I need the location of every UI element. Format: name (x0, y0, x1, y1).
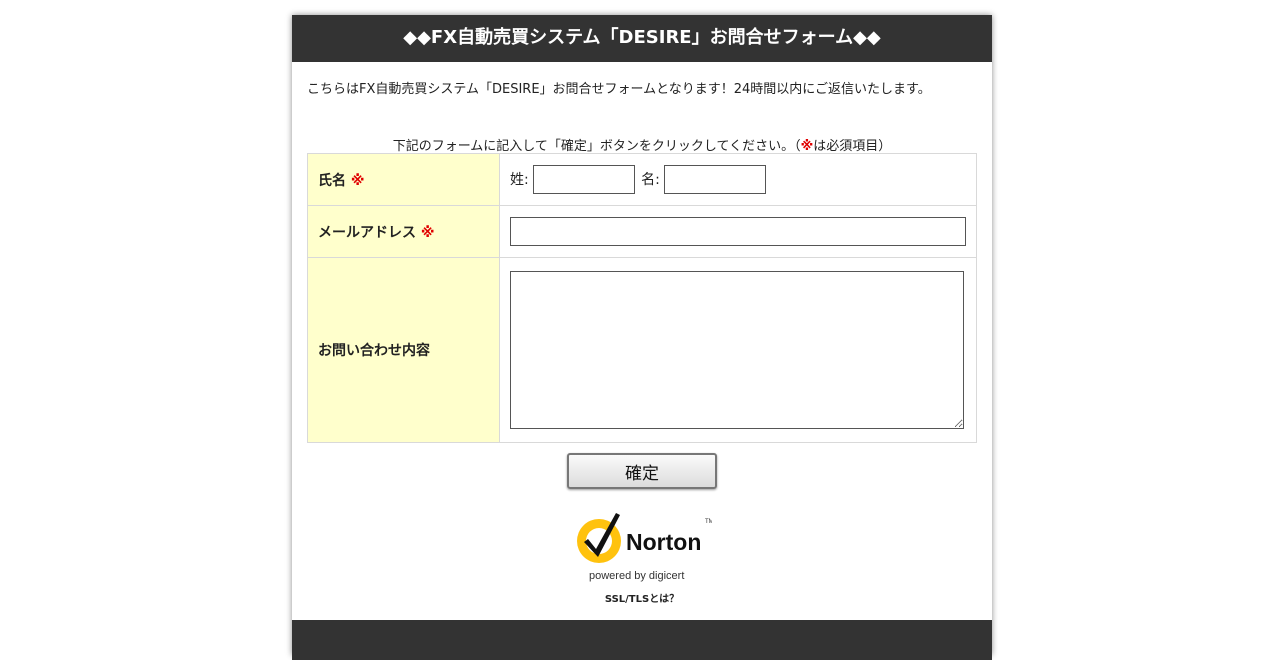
message-textarea[interactable] (510, 271, 964, 429)
name-label-cell: 氏名 ※ (307, 153, 500, 206)
intro-text: こちらはFX自動売買システム「DESIRE」お問合せフォームとなります！24時間… (307, 82, 931, 97)
page-title: ◆◆FX自動売買システム「DESIRE」お問合せフォーム◆◆ (292, 15, 992, 62)
powered-by-text: powered by digicert (589, 570, 684, 582)
first-name-input[interactable] (663, 165, 766, 194)
email-label-cell: メールアドレス ※ (307, 205, 500, 258)
trademark-mark: TM (705, 519, 712, 525)
name-label: 氏名 (318, 172, 346, 189)
name-row: 氏名 ※ 姓: 名: (307, 153, 977, 206)
last-name-input[interactable] (532, 165, 635, 194)
instruction-text-before: 下記のフォームに記入して「確定」ボタンをクリックしてください。（ (392, 139, 801, 154)
norton-brand-text: Norton (626, 529, 701, 555)
footer-bar (292, 620, 992, 660)
required-mark: ※ (800, 139, 814, 154)
form-instruction: 下記のフォームに記入して「確定」ボタンをクリックしてください。（※は必須項目） (292, 135, 992, 154)
first-name-label: 名: (641, 171, 660, 188)
message-field-cell (499, 257, 977, 443)
email-required-mark: ※ (420, 224, 435, 241)
instruction-text-after: は必須項目） (813, 139, 892, 154)
message-row: お問い合わせ内容 (307, 257, 977, 443)
form-page: ◆◆FX自動売買システム「DESIRE」お問合せフォーム◆◆ こちらはFX自動売… (292, 15, 992, 660)
last-name-label: 姓: (510, 171, 529, 188)
email-row: メールアドレス ※ (307, 205, 977, 258)
message-label-cell: お問い合わせ内容 (307, 257, 500, 443)
ssl-info-link[interactable]: SSL/TLSとは？ (292, 590, 992, 605)
message-label: お問い合わせ内容 (318, 343, 430, 359)
name-required-mark: ※ (350, 172, 365, 189)
norton-seal-icon[interactable]: Norton TM powered by digicert (572, 509, 712, 585)
email-label: メールアドレス (318, 224, 416, 241)
inquiry-form-table: 氏名 ※ 姓: 名: メールアドレス ※ お問い合わせ内容 (307, 153, 977, 443)
name-field-cell: 姓: 名: (499, 153, 977, 206)
email-field-cell (499, 205, 977, 258)
submit-button[interactable]: 確定 (567, 453, 717, 489)
email-input[interactable] (510, 217, 966, 246)
